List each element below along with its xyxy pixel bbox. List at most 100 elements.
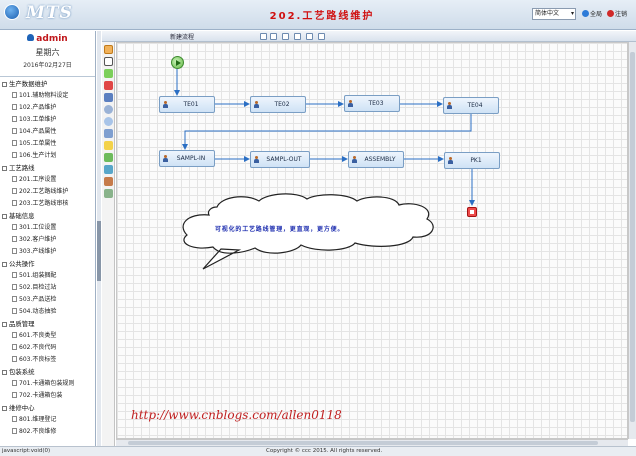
nav-item[interactable]: 504.动态抽验 [0, 306, 95, 318]
globe-logo-icon [4, 4, 20, 20]
nav-item[interactable]: 502.目检过站 [0, 282, 95, 294]
scrollbar-thumb[interactable] [128, 441, 598, 445]
join-node-icon[interactable] [104, 165, 113, 174]
nav-item[interactable]: 601.不良类型 [0, 330, 95, 342]
nav-item[interactable]: 302.客户维护 [0, 234, 95, 246]
flow-node-label: TE01 [183, 101, 199, 108]
page-icon [12, 416, 17, 422]
page-icon [12, 332, 17, 338]
nav-item[interactable]: 603.不良标签 [0, 354, 95, 366]
nav-item[interactable]: 104.产品属性 [0, 126, 95, 138]
page-icon [12, 152, 17, 158]
nav-item[interactable]: 202.工艺路线维护 [0, 186, 95, 198]
nav-item[interactable]: 503.产品送检 [0, 294, 95, 306]
end-node[interactable] [467, 207, 477, 217]
logout-link[interactable]: 注销 [607, 9, 627, 18]
canvas-vertical-scrollbar[interactable] [628, 42, 636, 439]
group-node-icon[interactable] [104, 177, 113, 186]
flow-node-te04[interactable]: TE04 [443, 97, 499, 114]
nav-item[interactable]: 702.卡通箱包装 [0, 390, 95, 402]
decision-node-icon[interactable] [104, 141, 113, 150]
nav-group[interactable]: 工艺路线 [0, 162, 95, 174]
redo-icon[interactable] [306, 33, 313, 40]
task-node-icon[interactable] [104, 93, 113, 102]
collapse-toggle-icon[interactable] [2, 81, 7, 87]
line-tool-icon[interactable] [104, 57, 113, 66]
new-icon[interactable] [260, 33, 267, 40]
nav-item[interactable]: 106.生产计划 [0, 150, 95, 162]
flow-node-label: TE03 [368, 100, 384, 107]
nav-item[interactable]: 301.工位设置 [0, 222, 95, 234]
scrollbar-thumb[interactable] [630, 52, 635, 422]
fork-node-icon[interactable] [104, 153, 113, 162]
end-node-icon[interactable] [104, 81, 113, 90]
nav-item[interactable]: 701.卡通箱包装规则 [0, 378, 95, 390]
nav-item[interactable]: 801.维理登记 [0, 414, 95, 426]
flow-node-assembly[interactable]: ASSEMBLY [348, 151, 404, 168]
nav-item[interactable]: 103.工单维护 [0, 114, 95, 126]
nav-item-label: 602.不良代码 [19, 344, 57, 351]
nav-group[interactable]: 包装系统 [0, 366, 95, 378]
refresh-icon[interactable] [318, 33, 325, 40]
status-url: javascript:void(0) [2, 448, 51, 454]
canvas-horizontal-scrollbar[interactable] [116, 439, 628, 446]
nav-item[interactable]: 802.不良维修 [0, 426, 95, 438]
flow-node-label: TE02 [274, 101, 290, 108]
nav-item-label: 302.客户维护 [19, 236, 57, 243]
flow-canvas[interactable]: TE01 TE02 TE03 TE04 SAMPL-IN SAMPL-OUT A… [116, 42, 628, 439]
save-icon[interactable] [282, 33, 289, 40]
nav-group-label: 公共操作 [9, 260, 35, 268]
language-select[interactable]: 简体中文 ▾ [532, 8, 576, 20]
user-info: admin 星期六 2016年02月27日 [0, 31, 95, 77]
user-task-icon [447, 102, 452, 109]
open-folder-icon[interactable] [270, 33, 277, 40]
app-logo-text: MTS [26, 3, 73, 23]
collapse-toggle-icon[interactable] [2, 369, 7, 375]
nav-item[interactable]: 602.不良代码 [0, 342, 95, 354]
nav-item[interactable]: 102.产品维护 [0, 102, 95, 114]
nav-group[interactable]: 基础信息 [0, 210, 95, 222]
sidebar-splitter[interactable] [97, 31, 101, 446]
flow-node-sampl-out[interactable]: SAMPL-OUT [250, 151, 310, 168]
nav-item[interactable]: 101.辅助物料设定 [0, 90, 95, 102]
nav-item[interactable]: 303.产线维护 [0, 246, 95, 258]
page-icon [12, 296, 17, 302]
collapse-toggle-icon[interactable] [2, 213, 7, 219]
start-node[interactable] [171, 56, 184, 69]
nav-group[interactable]: 生产数据维护 [0, 78, 95, 90]
collapse-toggle-icon[interactable] [2, 321, 7, 327]
nav-item-label: 301.工位设置 [19, 224, 57, 231]
nav-group[interactable]: 品质管理 [0, 318, 95, 330]
collapse-toggle-icon[interactable] [2, 261, 7, 267]
grid-node-icon[interactable] [104, 189, 113, 198]
nav-group-label: 包装系统 [9, 368, 35, 376]
subflow-node-icon[interactable] [104, 129, 113, 138]
app-header: MTS 202.工艺路线维护 简体中文 ▾ 全局 注销 [0, 0, 636, 30]
select-tool-icon[interactable] [104, 45, 113, 54]
nav-tree: 生产数据维护 101.辅助物料设定 102.产品维护 103.工单维护 104.产品属性… [0, 78, 95, 438]
nav-item[interactable]: 201.工序设置 [0, 174, 95, 186]
undo-icon[interactable] [294, 33, 301, 40]
splitter-handle[interactable] [97, 221, 101, 281]
page-icon [12, 380, 17, 386]
nav-item-label: 303.产线维护 [19, 248, 57, 255]
nav-group[interactable]: 维修中心 [0, 402, 95, 414]
flow-node-te03[interactable]: TE03 [344, 95, 400, 112]
flow-node-te02[interactable]: TE02 [250, 96, 306, 113]
event-node-icon[interactable] [104, 117, 113, 126]
flow-node-te01[interactable]: TE01 [159, 96, 215, 113]
nav-group-label: 生产数据维护 [9, 80, 48, 88]
nav-item[interactable]: 501.组装捆配 [0, 270, 95, 282]
logout-link-label: 注销 [615, 11, 628, 18]
collapse-toggle-icon[interactable] [2, 405, 7, 411]
flow-node-sampl-in[interactable]: SAMPL-IN [159, 150, 215, 167]
global-link[interactable]: 全局 [582, 9, 602, 18]
nav-item[interactable]: 105.工单属性 [0, 138, 95, 150]
start-node-icon[interactable] [104, 69, 113, 78]
timer-node-icon[interactable] [104, 105, 113, 114]
nav-group[interactable]: 公共操作 [0, 258, 95, 270]
collapse-toggle-icon[interactable] [2, 165, 7, 171]
flow-node-pk1[interactable]: PK1 [444, 152, 500, 169]
nav-item[interactable]: 203.工艺路线审核 [0, 198, 95, 210]
page-icon [12, 272, 17, 278]
